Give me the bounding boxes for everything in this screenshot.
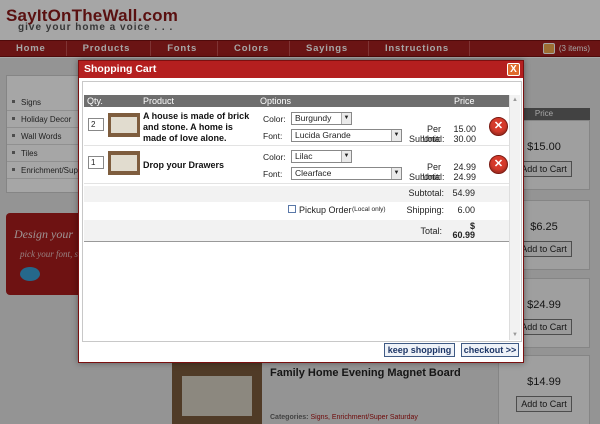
color-select-value: Burgundy [295, 113, 332, 123]
item-subtotal: 24.99 [453, 172, 476, 182]
pickup-order-checkbox[interactable] [288, 205, 296, 213]
cart-panel: Qty. Product Options Price 2 A house is … [82, 81, 522, 342]
shipping-cost: 6.00 [457, 205, 475, 215]
font-label: Font: [263, 169, 283, 179]
header-options: Options [260, 96, 292, 106]
remove-item-icon[interactable]: ✕ [489, 117, 508, 136]
font-select[interactable]: Lucida Grande ▼ [291, 129, 402, 142]
modal-titlebar: Shopping Cart X [79, 61, 523, 78]
per-unit-price: 24.99 [453, 162, 476, 172]
quantity-input[interactable]: 2 [88, 118, 104, 131]
per-unit-price: 15.00 [453, 124, 476, 134]
chevron-down-icon: ▼ [391, 130, 401, 141]
header-qty: Qty. [87, 96, 103, 106]
shopping-cart-modal: Shopping Cart X Qty. Product Options Pri… [78, 60, 524, 363]
cart-subtotal-label: Subtotal: [408, 188, 444, 198]
scroll-down-icon[interactable]: ▼ [510, 330, 520, 340]
close-icon[interactable]: X [507, 63, 520, 76]
color-label: Color: [263, 114, 286, 124]
cart-table-header: Qty. Product Options Price [84, 95, 509, 107]
color-select-value: Lilac [295, 151, 313, 161]
shipping-label: Shipping: [406, 205, 444, 215]
checkout-button[interactable]: checkout >> [461, 343, 519, 357]
item-name: A house is made of brick and stone. A ho… [143, 111, 250, 143]
chevron-down-icon: ▼ [391, 168, 401, 179]
font-select[interactable]: Clearface ▼ [291, 167, 402, 180]
cart-subtotal-row: Subtotal: 54.99 [84, 186, 509, 202]
item-thumbnail [108, 151, 140, 175]
header-product: Product [143, 96, 175, 106]
item-name: Drop your Drawers [143, 160, 225, 170]
color-select[interactable]: Burgundy ▼ [291, 112, 352, 125]
font-select-value: Clearface [295, 168, 332, 178]
total-label: Total: [420, 226, 442, 236]
keep-shopping-button[interactable]: keep shopping [384, 343, 455, 357]
color-select[interactable]: Lilac ▼ [291, 150, 352, 163]
quantity-input[interactable]: 1 [88, 156, 104, 169]
cart-item-row: 1 Drop your Drawers Color: Lilac ▼ Font:… [84, 146, 509, 184]
item-subtotal-label: Subtotal: [409, 134, 445, 144]
item-thumbnail [108, 113, 140, 137]
chevron-down-icon: ▼ [341, 151, 351, 162]
color-label: Color: [263, 152, 286, 162]
header-price: Price [454, 96, 475, 106]
pickup-order-note: (Local only) [352, 206, 386, 213]
cart-item-row: 2 A house is made of brick and stone. A … [84, 108, 509, 146]
font-select-value: Lucida Grande [295, 130, 351, 140]
remove-item-icon[interactable]: ✕ [489, 155, 508, 174]
pickup-order-label[interactable]: Pickup Order [299, 205, 352, 215]
total-row: Total: $ 60.99 [84, 220, 509, 242]
shipping-row: Pickup Order (Local only) Shipping: 6.00 [84, 202, 509, 220]
font-label: Font: [263, 131, 283, 141]
chevron-down-icon: ▼ [341, 113, 351, 124]
cart-scrollbar[interactable]: ▲ ▼ [509, 95, 520, 340]
scroll-up-icon[interactable]: ▲ [510, 95, 520, 105]
item-subtotal-label: Subtotal: [409, 172, 445, 182]
modal-title: Shopping Cart [84, 63, 157, 75]
cart-total: 60.99 [452, 230, 475, 240]
item-subtotal: 30.00 [453, 134, 476, 144]
cart-subtotal: 54.99 [452, 188, 475, 198]
